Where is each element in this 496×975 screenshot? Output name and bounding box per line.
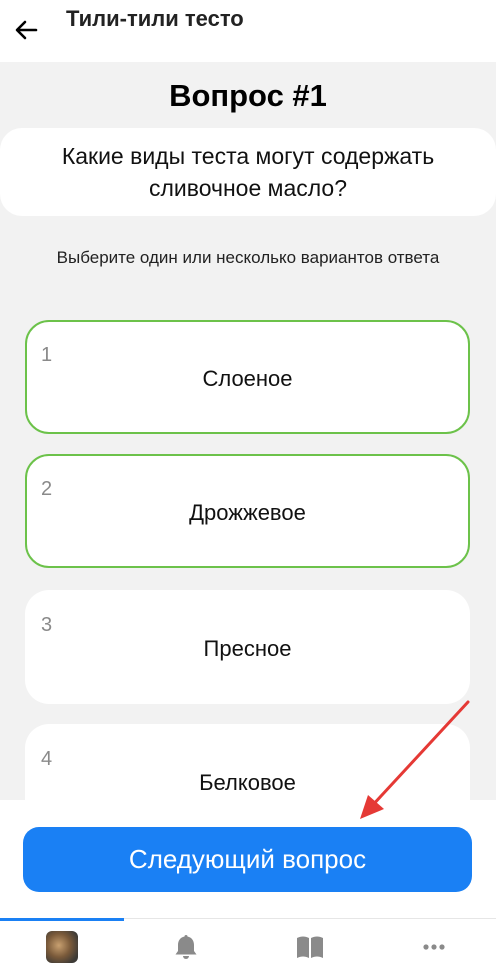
answer-option-3[interactable]: 3 Пресное	[25, 590, 470, 704]
answer-option-2[interactable]: 2 Дрожжевое	[25, 454, 470, 568]
back-arrow-icon[interactable]	[12, 16, 40, 44]
option-label: Белковое	[199, 770, 296, 795]
next-question-button[interactable]: Следующий вопрос	[23, 827, 472, 892]
more-icon	[423, 944, 445, 950]
question-card: Какие виды теста могут содержать сливочн…	[0, 128, 496, 216]
bell-icon	[175, 935, 197, 959]
option-number: 3	[41, 614, 53, 636]
tab-profile[interactable]	[0, 919, 124, 975]
question-text: Какие виды теста могут содержать сливочн…	[61, 143, 435, 201]
option-label: Пресное	[203, 636, 292, 661]
answer-hint: Выберите один или несколько вариантов от…	[56, 248, 440, 267]
tab-library[interactable]	[248, 919, 372, 975]
tab-notifications[interactable]	[124, 919, 248, 975]
question-title: Вопрос #1	[169, 78, 327, 113]
option-label: Слоеное	[202, 366, 293, 391]
book-icon	[297, 936, 323, 958]
option-label: Дрожжевое	[189, 500, 306, 525]
option-number: 2	[41, 478, 53, 500]
option-number: 1	[41, 344, 53, 366]
tab-more[interactable]	[372, 919, 496, 975]
app-title: Тили-тили тесто	[66, 6, 244, 31]
bottom-tab-bar	[0, 918, 496, 975]
app-header: Тили-тили тесто	[0, 0, 496, 62]
option-number: 4	[41, 748, 53, 770]
avatar-icon	[46, 931, 78, 963]
answer-option-1[interactable]: 1 Слоеное	[25, 320, 470, 434]
